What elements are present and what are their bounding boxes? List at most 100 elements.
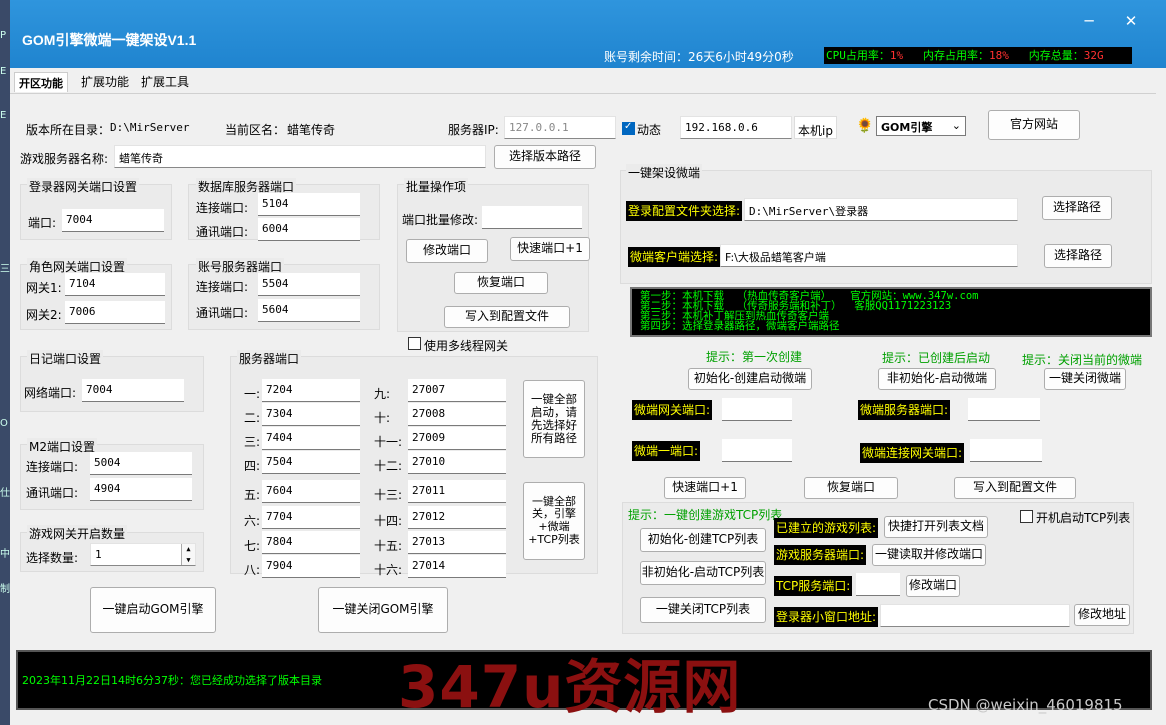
micro-write-config-button[interactable]: 写入到配置文件 [954,477,1076,499]
server-port-input[interactable]: 7204 [262,379,360,402]
server-port-input[interactable]: 7304 [262,403,360,426]
server-port-label: 十五: [374,539,403,553]
login-addr-input[interactable] [880,604,1070,627]
tcp-port-input[interactable] [856,573,900,596]
tcp-autostart-label: 开机启动TCP列表 [1036,511,1131,525]
account-time: 账号剩余时间：26天6小时49分0秒 [604,50,794,64]
micro-one-port-input[interactable] [722,439,792,462]
db-comm-label: 通讯端口: [196,225,249,239]
server-port-label: 四: [244,459,261,473]
close-all-button[interactable]: 一键全部关，引擎+微端+TCP列表 [523,482,585,560]
server-port-label: 二: [244,411,261,425]
server-port-input[interactable]: 7604 [262,480,360,503]
spinner-arrows-icon[interactable]: ▲ ▼ [181,544,195,565]
micro-conn-gate-input[interactable] [970,439,1042,462]
log-port-label: 网络端口: [24,386,77,400]
minimize-button[interactable]: ─ [1074,12,1104,30]
server-port-input[interactable]: 27008 [408,403,506,426]
start-engine-button[interactable]: 一键启动GOM引擎 [90,587,216,633]
select-login-path-button[interactable]: 选择路径 [1042,196,1112,220]
select-client-path-button[interactable]: 选择路径 [1044,244,1112,268]
start-all-button[interactable]: 一键全部启动，请先选择好所有路径 [523,380,585,458]
modify-addr-button[interactable]: 修改地址 [1074,604,1130,626]
login-config-label: 登录配置文件夹选择: [626,201,743,221]
db-conn-input[interactable]: 5104 [258,193,360,216]
server-ip-input[interactable]: 127.0.0.1 [504,116,616,139]
local-ip-input[interactable]: 192.168.0.6 [680,116,792,139]
m2-comm-input[interactable]: 4904 [90,478,192,501]
close-micro-button[interactable]: 一键关闭微端 [1044,368,1126,390]
server-port-input[interactable]: 7404 [262,427,360,450]
server-port-label: 十六: [374,563,403,577]
write-config-button[interactable]: 写入到配置文件 [444,306,570,328]
modify-tcp-port-button[interactable]: 修改端口 [906,575,960,597]
micro-quick-port-button[interactable]: 快速端口+1 [664,477,746,499]
micro-gate-port-input[interactable] [722,398,792,421]
stop-engine-button[interactable]: 一键关闭GOM引擎 [318,587,448,633]
open-list-doc-button[interactable]: 快捷打开列表文档 [884,516,988,538]
modify-port-button[interactable]: 修改端口 [406,239,488,263]
role-gate2-input[interactable]: 7006 [65,301,165,324]
read-modify-port-button[interactable]: 一键读取并修改端口 [872,544,986,566]
tcp-autostart-checkbox[interactable] [1020,510,1033,523]
created-list-label: 已建立的游戏列表: [774,518,879,538]
dynamic-checkbox[interactable] [622,121,635,135]
log-port-input[interactable]: 7004 [82,379,184,402]
quick-port-button[interactable]: 快速端口+1 [510,237,590,261]
tab-open-zone[interactable]: 开区功能 [14,72,68,92]
db-conn-label: 连接端口: [196,201,249,215]
acct-conn-input[interactable]: 5504 [258,273,360,296]
server-ports-title: 服务器端口 [237,350,302,367]
close-tcp-button[interactable]: 一键关闭TCP列表 [640,597,766,623]
m2-conn-label: 连接端口: [26,460,79,474]
acct-comm-input[interactable]: 5604 [258,299,360,322]
multithread-label: 使用多线程网关 [424,339,509,353]
edge-text: P [0,30,7,41]
role-gate1-input[interactable]: 7104 [65,273,165,296]
login-gate-title: 登录器网关端口设置 [27,178,140,195]
official-site-button[interactable]: 官方网站 [988,110,1080,140]
server-port-input[interactable]: 7904 [262,555,360,578]
batch-port-input[interactable] [482,206,582,229]
server-port-input[interactable]: 27014 [408,555,506,578]
login-gate-port-input[interactable]: 7004 [62,209,164,232]
csdn-watermark: CSDN @weixin_46019815 [928,696,1123,714]
server-port-input[interactable]: 27013 [408,531,506,554]
init-create-micro-button[interactable]: 初始化-创建启动微端 [688,368,812,390]
server-port-input[interactable]: 7704 [262,506,360,529]
server-port-input[interactable]: 27010 [408,451,506,474]
client-path-input[interactable]: F:\大极品蜡笔客户端 [720,244,1018,267]
init-create-tcp-button[interactable]: 初始化-创建TCP列表 [640,528,766,552]
db-comm-input[interactable]: 6004 [258,218,360,241]
select-version-path-button[interactable]: 选择版本路径 [494,145,596,169]
login-config-input[interactable]: D:\MirServer\登录器 [744,198,1018,221]
server-port-input[interactable]: 27009 [408,427,506,450]
multithread-checkbox[interactable] [408,337,421,350]
edge-text: 中 [0,549,10,560]
start-micro-button[interactable]: 非初始化-启动微端 [878,368,996,390]
tab-tools[interactable]: 扩展工具 [136,72,194,93]
role-gate1-label: 网关1: [26,281,62,295]
server-port-input[interactable]: 7504 [262,451,360,474]
engine-select[interactable]: GOM引擎 ⌄ [876,116,966,136]
server-port-input[interactable]: 27012 [408,506,506,529]
dynamic-label: 动态 [637,123,662,137]
game-gate-count-spinner[interactable]: 1 ▲ ▼ [90,543,196,566]
tcp-port-label: TCP服务端口: [774,576,853,596]
server-port-input[interactable]: 27011 [408,480,506,503]
start-tcp-button[interactable]: 非初始化-启动TCP列表 [640,561,766,585]
system-stats: CPU占用率：1% 内存占用率：18% 内存总量：32G [824,47,1132,64]
tab-extensions[interactable]: 扩展功能 [76,72,134,93]
edge-text: 制 [0,584,10,595]
server-port-input[interactable]: 7804 [262,531,360,554]
restore-port-button[interactable]: 恢复端口 [454,272,548,294]
micro-restore-port-button[interactable]: 恢复端口 [804,477,898,499]
server-port-input[interactable]: 27007 [408,379,506,402]
micro-server-port-input[interactable] [968,398,1040,421]
edge-text: E [0,66,7,77]
role-gate2-label: 网关2: [26,308,62,322]
game-name-input[interactable]: 蜡笔传奇 [114,145,486,168]
m2-conn-input[interactable]: 5004 [90,452,192,475]
server-port-label: 十: [374,411,391,425]
close-button[interactable]: ✕ [1116,12,1146,30]
